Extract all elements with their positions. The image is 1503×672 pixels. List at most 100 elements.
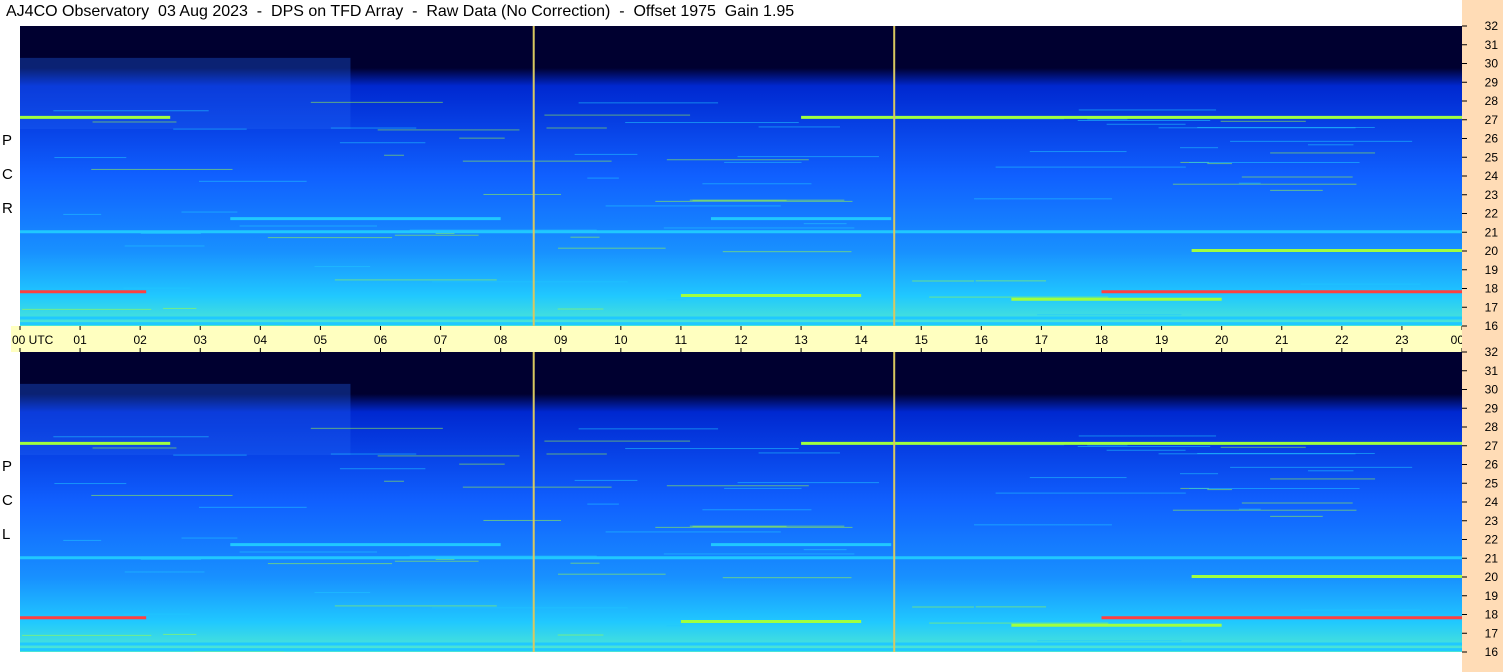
lcp-noise-line — [689, 525, 845, 527]
freq-tick-label: 26 — [1485, 458, 1499, 472]
freq-tick-label: 16 — [1485, 319, 1499, 333]
freq-tick-label: 30 — [1485, 383, 1499, 397]
freq-tick-label: 19 — [1485, 589, 1499, 603]
time-axis: 00 UTC 01 02 03 04 05 06 07 08 09 10 11 12 13 14 15 16 17… — [11, 326, 1462, 352]
freq-tick-label: 30 — [1485, 57, 1499, 71]
rcp-noise-line — [1207, 163, 1232, 165]
rcp-noise-line — [666, 299, 686, 301]
lcp-noise-line — [432, 607, 628, 609]
rcp-noise-line — [1106, 123, 1186, 125]
rcp-noise-line — [334, 279, 497, 281]
rcp-noise-line — [544, 114, 691, 116]
time-tick-label: 18 — [1095, 333, 1109, 347]
time-tick-label: 16 — [975, 333, 989, 347]
lcp-noise-line — [173, 454, 247, 456]
lcp-noise-line — [557, 634, 604, 636]
lcp-noise-line — [239, 551, 378, 553]
freq-tick-label: 27 — [1485, 113, 1499, 127]
freq-tick-label: 20 — [1485, 244, 1499, 258]
lcp-noise-line — [339, 468, 426, 470]
rcp-time-marker — [893, 26, 896, 326]
rcp-noise-line — [377, 129, 520, 131]
rcp-noise-line — [181, 211, 238, 213]
time-tick-label: 00 UTC — [12, 333, 54, 347]
rcp-letter-c: C — [2, 166, 13, 183]
lcp-noise-line — [91, 494, 233, 496]
frequency-axis-ticks: 16 17 18 19 20 21 22 23 24 25 26 27 28 29 30 31 32 16 17 18… — [1462, 19, 1499, 659]
freq-tick-label: 28 — [1485, 420, 1499, 434]
rcp-letter-p: R — [2, 200, 13, 217]
lcp-noise-line — [63, 539, 102, 541]
rcp-noise-line — [123, 287, 191, 289]
freq-tick-label: 32 — [1485, 345, 1499, 359]
time-tick-label: 17 — [1035, 333, 1049, 347]
rcp-noise-line — [1029, 151, 1127, 153]
lcp-noise-line — [1307, 470, 1354, 472]
freq-tick-label: 23 — [1485, 514, 1499, 528]
rcp-noise-line — [587, 177, 619, 179]
freq-tick-label: 31 — [1485, 364, 1499, 378]
lcp-noise-line — [574, 479, 638, 481]
lcp-noise-line — [929, 622, 1109, 624]
rcp-noise-line — [384, 154, 404, 156]
lcp-noise-line — [803, 549, 847, 551]
time-tick-label: 23 — [1395, 333, 1409, 347]
time-tick-label: 08 — [494, 333, 508, 347]
rcp-noise-line — [1300, 283, 1421, 285]
lcp-noise-line — [1207, 489, 1232, 491]
lcp-noise-line — [666, 485, 809, 487]
time-tick-label: 13 — [794, 333, 808, 347]
lcp-emission-band — [1101, 616, 1462, 620]
lcp-letter-c: C — [2, 492, 13, 509]
rcp-noise-line — [1230, 140, 1413, 142]
lcp-noise-line — [1037, 640, 1182, 642]
rcp-noise-line — [724, 161, 802, 163]
time-tick-label: 01 — [73, 333, 87, 347]
lcp-noise-line — [666, 625, 686, 627]
lcp-noise-line — [459, 463, 505, 465]
time-tick-label: 00 MHz — [1451, 333, 1462, 347]
freq-tick-label: 21 — [1485, 225, 1499, 239]
rcp-emission-band — [680, 294, 862, 297]
rcp-noise-line — [1241, 176, 1353, 178]
lcp-noise-line — [92, 447, 177, 449]
rcp-noise-line — [570, 236, 600, 238]
bottom-margin — [20, 652, 1462, 672]
rcp-emission-band — [20, 115, 171, 119]
time-tick-label: 12 — [734, 333, 748, 347]
rcp-letter-r: P — [2, 132, 13, 149]
rcp-noise-line — [975, 280, 1047, 282]
rcp-emission-band — [1011, 297, 1222, 301]
lcp-emission-band — [710, 543, 892, 547]
rcp-emission-band — [710, 217, 892, 221]
freq-tick-label: 25 — [1485, 476, 1499, 490]
lcp-noise-line — [1106, 449, 1186, 451]
time-tick-label: 22 — [1335, 333, 1349, 347]
freq-tick-label: 16 — [1485, 645, 1499, 659]
rcp-noise-line — [92, 121, 177, 123]
rcp-emission-band — [801, 115, 1462, 119]
lcp-noise-line — [267, 563, 393, 565]
freq-tick-label: 25 — [1485, 150, 1499, 164]
rcp-noise-line — [929, 296, 1109, 298]
freq-tick-label: 29 — [1485, 75, 1499, 89]
frequency-axis: 16 17 18 19 20 21 22 23 24 25 26 27 28 29 30 31 32 16 17 18… — [1462, 0, 1503, 672]
rcp-noise-line — [995, 166, 1186, 168]
lcp-letter-l: L — [2, 526, 11, 543]
lcp-noise-line — [330, 453, 417, 455]
freq-tick-label: 24 — [1485, 169, 1499, 183]
lcp-noise-line — [975, 606, 1047, 608]
rcp-emission-band — [1101, 290, 1462, 294]
rcp-noise-line — [689, 199, 845, 201]
rcp-noise-line — [54, 157, 127, 159]
lcp-noise-line — [546, 453, 607, 455]
time-tick-label: 03 — [194, 333, 208, 347]
freq-tick-label: 19 — [1485, 263, 1499, 277]
lcp-spectrogram-plot — [20, 352, 1462, 652]
lcp-noise-line — [124, 571, 205, 573]
rcp-noise-line — [546, 127, 607, 129]
lcp-noise-line — [1270, 478, 1376, 480]
freq-tick-label: 32 — [1485, 19, 1499, 33]
rcp-noise-line — [432, 281, 628, 283]
freq-tick-label: 18 — [1485, 282, 1499, 296]
